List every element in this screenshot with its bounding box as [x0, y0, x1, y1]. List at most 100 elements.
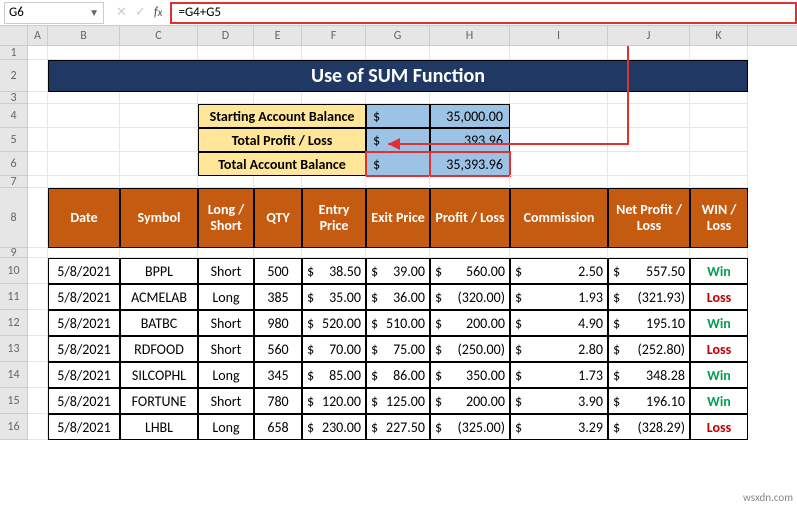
- col-header[interactable]: A: [28, 26, 48, 45]
- cell-net[interactable]: $557.50: [608, 258, 690, 284]
- cell-exit[interactable]: $125.00: [366, 388, 430, 414]
- cell-symbol[interactable]: SILCOPHL: [120, 362, 198, 388]
- cell-net[interactable]: $348.28: [608, 362, 690, 388]
- cell-winloss[interactable]: Loss: [690, 414, 748, 440]
- row-header[interactable]: 7: [0, 176, 28, 188]
- cell-qty[interactable]: 500: [254, 258, 302, 284]
- cell-date[interactable]: 5/8/2021: [48, 284, 120, 310]
- cell-qty[interactable]: 385: [254, 284, 302, 310]
- cell-net[interactable]: $(321.93): [608, 284, 690, 310]
- cell-qty[interactable]: 780: [254, 388, 302, 414]
- table-row[interactable]: 5/8/2021SILCOPHLLong345$85.00$86.00$350.…: [28, 362, 797, 388]
- cell-entry[interactable]: $85.00: [302, 362, 366, 388]
- cell-longshort[interactable]: Short: [198, 310, 254, 336]
- cell-symbol[interactable]: ACMELAB: [120, 284, 198, 310]
- cell-entry[interactable]: $230.00: [302, 414, 366, 440]
- cell-commission[interactable]: $4.90: [510, 310, 608, 336]
- cell-pl[interactable]: $350.00: [430, 362, 510, 388]
- cell-longshort[interactable]: Short: [198, 336, 254, 362]
- cancel-icon[interactable]: ✕: [116, 5, 127, 20]
- cell-entry[interactable]: $120.00: [302, 388, 366, 414]
- col-header[interactable]: H: [430, 26, 510, 45]
- cell-commission[interactable]: $3.90: [510, 388, 608, 414]
- cell-entry[interactable]: $520.00: [302, 310, 366, 336]
- cell-pl[interactable]: $200.00: [430, 388, 510, 414]
- cell-date[interactable]: 5/8/2021: [48, 362, 120, 388]
- col-header[interactable]: K: [690, 26, 748, 45]
- table-row[interactable]: 5/8/2021BPPLShort500$38.50$39.00$560.00$…: [28, 258, 797, 284]
- cell-symbol[interactable]: LHBL: [120, 414, 198, 440]
- cell-qty[interactable]: 658: [254, 414, 302, 440]
- cell-pl[interactable]: $560.00: [430, 258, 510, 284]
- row-header[interactable]: 12: [0, 310, 28, 336]
- col-header[interactable]: I: [510, 26, 608, 45]
- col-header[interactable]: C: [120, 26, 198, 45]
- cell-net[interactable]: $196.10: [608, 388, 690, 414]
- cell-net[interactable]: $195.10: [608, 310, 690, 336]
- select-all-corner[interactable]: [0, 26, 28, 45]
- col-header[interactable]: G: [366, 26, 430, 45]
- cell-net[interactable]: $(328.29): [608, 414, 690, 440]
- row-header[interactable]: 8: [0, 188, 28, 248]
- cell-winloss[interactable]: Win: [690, 258, 748, 284]
- cell-commission[interactable]: $1.93: [510, 284, 608, 310]
- cell-pl[interactable]: $(320.00): [430, 284, 510, 310]
- grid[interactable]: Use of SUM Function Starting Account Bal…: [28, 46, 797, 440]
- cell-pl[interactable]: $(250.00): [430, 336, 510, 362]
- cell-commission[interactable]: $1.73: [510, 362, 608, 388]
- row-header[interactable]: 10: [0, 258, 28, 284]
- cell-entry[interactable]: $35.00: [302, 284, 366, 310]
- col-header[interactable]: D: [198, 26, 254, 45]
- row-header[interactable]: 15: [0, 388, 28, 414]
- col-header[interactable]: J: [608, 26, 690, 45]
- row-header[interactable]: 5: [0, 128, 28, 152]
- cell-exit[interactable]: $39.00: [366, 258, 430, 284]
- row-header[interactable]: 6: [0, 152, 28, 176]
- cell-winloss[interactable]: Win: [690, 388, 748, 414]
- cell-date[interactable]: 5/8/2021: [48, 388, 120, 414]
- cell-exit[interactable]: $86.00: [366, 362, 430, 388]
- table-row[interactable]: 5/8/2021LHBLLong658$230.00$227.50$(325.0…: [28, 414, 797, 440]
- cell-symbol[interactable]: RDFOOD: [120, 336, 198, 362]
- cell-longshort[interactable]: Long: [198, 362, 254, 388]
- cell-commission[interactable]: $3.29: [510, 414, 608, 440]
- row-header[interactable]: 11: [0, 284, 28, 310]
- cell-qty[interactable]: 980: [254, 310, 302, 336]
- cell-longshort[interactable]: Long: [198, 414, 254, 440]
- row-header[interactable]: 9: [0, 248, 28, 258]
- row-header[interactable]: 14: [0, 362, 28, 388]
- fx-icon[interactable]: fx: [154, 5, 163, 20]
- chevron-down-icon[interactable]: ▼: [89, 6, 99, 19]
- table-row[interactable]: 5/8/2021BATBCShort980$520.00$510.00$200.…: [28, 310, 797, 336]
- cell-entry[interactable]: $38.50: [302, 258, 366, 284]
- cell-qty[interactable]: 560: [254, 336, 302, 362]
- cell-longshort[interactable]: Short: [198, 258, 254, 284]
- row-header[interactable]: 1: [0, 46, 28, 60]
- row-header[interactable]: 16: [0, 414, 28, 440]
- cell-winloss[interactable]: Loss: [690, 336, 748, 362]
- cell-exit[interactable]: $75.00: [366, 336, 430, 362]
- table-row[interactable]: 5/8/2021ACMELABLong385$35.00$36.00$(320.…: [28, 284, 797, 310]
- confirm-icon[interactable]: ✓: [135, 5, 146, 20]
- cell-symbol[interactable]: FORTUNE: [120, 388, 198, 414]
- cell-symbol[interactable]: BATBC: [120, 310, 198, 336]
- col-header[interactable]: E: [254, 26, 302, 45]
- cell-pl[interactable]: $200.00: [430, 310, 510, 336]
- col-header[interactable]: B: [48, 26, 120, 45]
- cell-pl[interactable]: $(325.00): [430, 414, 510, 440]
- cell-winloss[interactable]: Win: [690, 362, 748, 388]
- formula-input[interactable]: =G4+G5: [170, 2, 797, 24]
- row-header[interactable]: 3: [0, 92, 28, 104]
- cell-exit[interactable]: $36.00: [366, 284, 430, 310]
- cell-exit[interactable]: $227.50: [366, 414, 430, 440]
- name-box[interactable]: G6 ▼: [4, 2, 104, 24]
- cell-net[interactable]: $(252.80): [608, 336, 690, 362]
- cell-winloss[interactable]: Loss: [690, 284, 748, 310]
- cell-entry[interactable]: $70.00: [302, 336, 366, 362]
- cell-winloss[interactable]: Win: [690, 310, 748, 336]
- row-header[interactable]: 2: [0, 60, 28, 92]
- cell-date[interactable]: 5/8/2021: [48, 258, 120, 284]
- cell-longshort[interactable]: Short: [198, 388, 254, 414]
- row-header[interactable]: 13: [0, 336, 28, 362]
- row-header[interactable]: 4: [0, 104, 28, 128]
